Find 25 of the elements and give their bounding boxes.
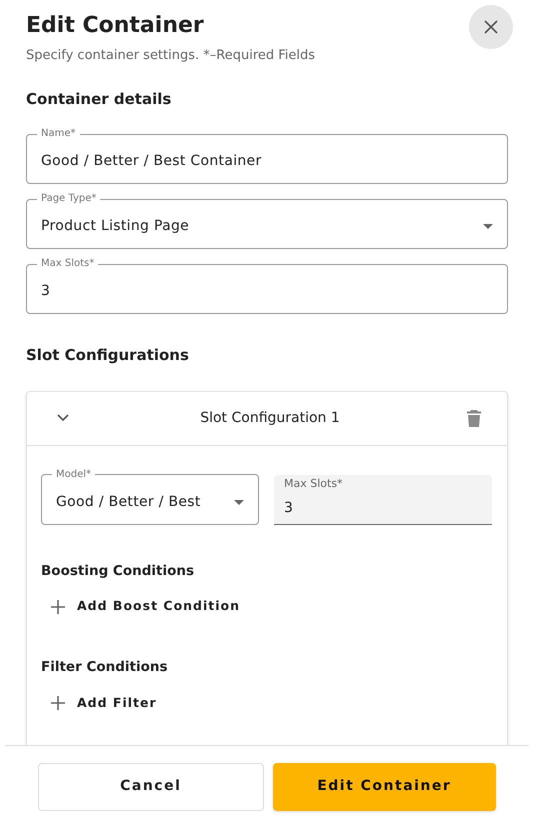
dropdown-caret-icon [234,500,244,504]
trash-icon [467,410,481,426]
cancel-button[interactable]: Cancel [38,762,264,810]
close-button[interactable] [469,5,513,49]
plus-icon [51,696,65,710]
slot-configuration-title: Slot Configuration 1 [199,408,341,428]
dropdown-caret-icon [483,224,493,229]
chevron-down-icon [57,414,69,422]
select-field[interactable]: Page Type* Product Listing Page [26,192,508,249]
conditions-heading: Filter Conditions [41,658,169,677]
add-condition-button[interactable]: Add Boost Condition [51,594,240,619]
input-field[interactable]: Name* Good / Better / Best Container [26,127,508,184]
plus-icon [51,600,65,614]
input-field[interactable]: Max Slots* 3 [26,257,508,314]
dialog-subtitle: Specify container settings. *–Required Fields [26,47,316,65]
conditions-heading: Boosting Conditions [41,562,196,580]
max-slots-field[interactable]: Max Slots* 3 [274,474,492,524]
delete-button[interactable] [467,410,481,426]
section-heading: Slot Configurations [26,345,190,366]
edit-container-button[interactable]: Edit Container [272,762,496,810]
add-condition-button[interactable]: Add Filter [51,691,157,715]
dialog-title: Edit Container [26,12,205,40]
close-icon [484,20,498,34]
select-field[interactable]: Model* Good / Better / Best [41,468,259,524]
section-heading: Container details [26,88,172,110]
